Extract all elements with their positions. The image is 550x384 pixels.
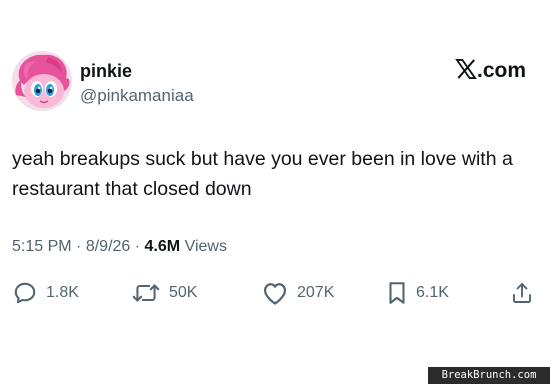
- author-display-name[interactable]: pinkie: [80, 60, 132, 82]
- post-time[interactable]: 5:15 PM: [12, 238, 72, 255]
- meta-separator: ·: [76, 238, 86, 255]
- pink-pony-avatar: [12, 51, 72, 111]
- post-text: yeah breakups suck but have you ever bee…: [12, 148, 513, 200]
- x-logo-icon: [455, 58, 477, 84]
- heart-icon: [263, 283, 287, 305]
- like-count: 207K: [297, 284, 335, 301]
- reply-button[interactable]: 1.8K: [12, 278, 79, 308]
- repost-count: 50K: [169, 284, 198, 301]
- brand-label: .com: [476, 59, 526, 82]
- repost-button[interactable]: 50K: [131, 278, 197, 308]
- repost-icon: [132, 284, 160, 302]
- post-meta: 5:15 PM · 8/9/26 · 4.6M Views: [12, 236, 227, 258]
- like-button[interactable]: 207K: [261, 278, 334, 308]
- brand-logo[interactable]: .com: [455, 58, 526, 84]
- bookmark-button[interactable]: 6.1K: [386, 278, 449, 308]
- views-count: 4.6M: [144, 238, 181, 255]
- reply-count: 1.8K: [46, 284, 79, 301]
- share-button[interactable]: [510, 278, 534, 308]
- reply-icon: [14, 282, 36, 304]
- views-label: Views: [184, 238, 227, 255]
- meta-separator: ·: [134, 238, 145, 255]
- bookmark-icon: [389, 282, 405, 304]
- author-handle[interactable]: @pinkamaniaa: [80, 85, 194, 107]
- post-date[interactable]: 8/9/26: [86, 238, 130, 255]
- watermark: BreakBrunch.com: [428, 367, 550, 384]
- bookmark-count: 6.1K: [416, 284, 449, 301]
- avatar[interactable]: [12, 51, 72, 111]
- action-bar: 1.8K 50K 207K 6.1K: [0, 278, 550, 308]
- share-icon: [513, 283, 531, 303]
